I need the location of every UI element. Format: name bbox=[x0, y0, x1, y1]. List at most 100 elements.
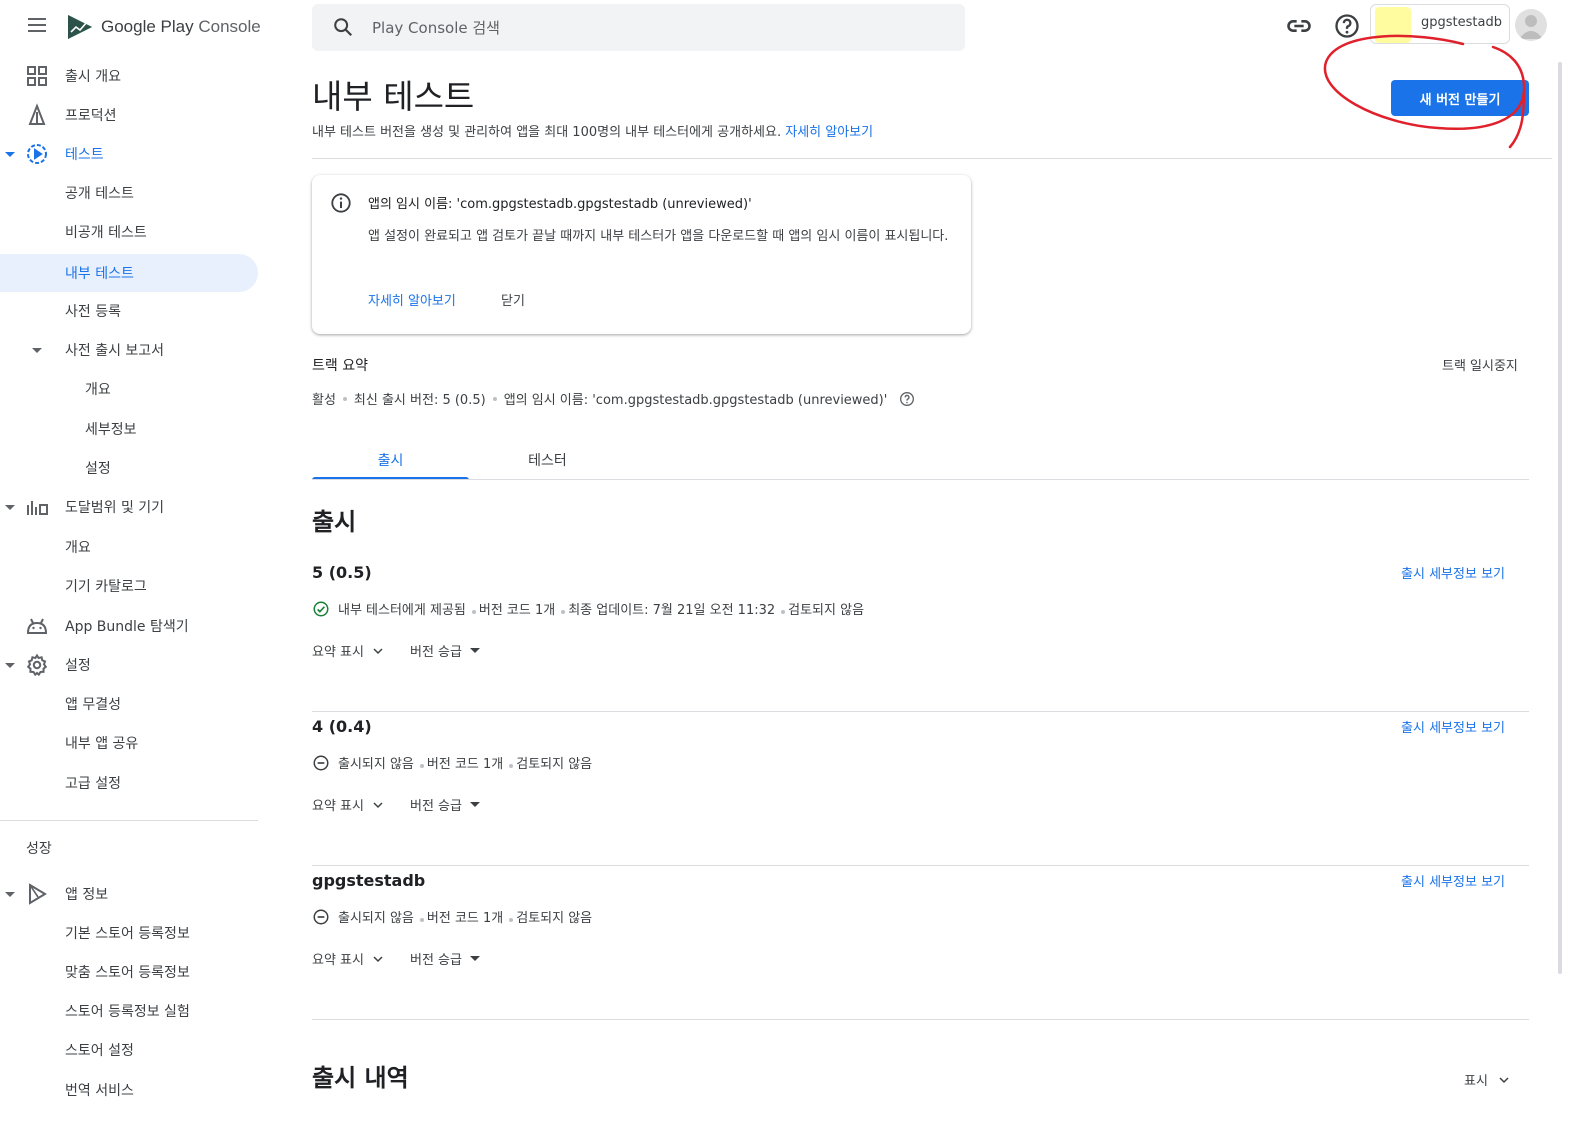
show-release-history-label: 표시 bbox=[1464, 1074, 1488, 1089]
track-summary-title: 트랙 요약 bbox=[312, 358, 368, 374]
release-actions: 요약 표시 버전 승급 bbox=[312, 949, 480, 968]
track-status: 활성 bbox=[312, 393, 336, 408]
page-description: 내부 테스트 버전을 생성 및 관리하여 앱을 최대 100명의 내부 테스터에… bbox=[312, 121, 873, 140]
search-bar[interactable] bbox=[312, 4, 965, 51]
link-icon[interactable] bbox=[1285, 12, 1313, 40]
promote-release-label: 버전 승급 bbox=[409, 645, 462, 660]
sidebar-item-label: 고급 설정 bbox=[65, 776, 121, 792]
sidebar-item-pre-launch-details[interactable]: 세부정보 bbox=[0, 410, 258, 448]
expand-caret-icon[interactable] bbox=[5, 660, 15, 670]
info-card-learn-more-link[interactable]: 자세히 알아보기 bbox=[368, 290, 456, 309]
dropdown-arrow-icon bbox=[469, 956, 480, 961]
sidebar-item-production[interactable]: 프로덕션 bbox=[0, 96, 258, 134]
separator-dot bbox=[781, 609, 786, 614]
sidebar-section-growth: 성장 bbox=[26, 841, 52, 857]
sidebar-item-app-bundle-explorer[interactable]: App Bundle 탐색기 bbox=[0, 607, 258, 645]
sidebar-item-open-testing[interactable]: 공개 테스트 bbox=[0, 174, 258, 212]
release-details-link[interactable]: 출시 세부정보 보기 bbox=[1401, 717, 1505, 736]
promote-release-button[interactable]: 버전 승급 bbox=[410, 795, 480, 814]
sidebar-item-main-store-listing[interactable]: 기본 스토어 등록정보 bbox=[0, 914, 258, 952]
release-status: 내부 테스터에게 제공됨 bbox=[338, 603, 466, 618]
show-summary-button[interactable]: 요약 표시 bbox=[312, 795, 386, 814]
expand-caret-icon[interactable] bbox=[32, 345, 42, 355]
release-actions: 요약 표시 버전 승급 bbox=[312, 795, 480, 814]
show-release-history-button[interactable]: 표시 bbox=[1464, 1070, 1512, 1089]
learn-more-link[interactable]: 자세히 알아보기 bbox=[785, 125, 873, 140]
sidebar-item-label: 앱 무결성 bbox=[65, 697, 121, 713]
sidebar: Google Play Console 출시 개요 프로덕션 테스트 공개 테스… bbox=[0, 0, 261, 1122]
hamburger-menu-icon[interactable] bbox=[22, 14, 52, 42]
sidebar-item-device-catalog[interactable]: 기기 카탈로그 bbox=[0, 567, 258, 605]
release-row: gpgstestadb 출시 세부정보 보기 출시되지 않음 버전 코드 1개 … bbox=[312, 866, 1529, 1020]
info-icon bbox=[331, 193, 351, 213]
show-summary-button[interactable]: 요약 표시 bbox=[312, 641, 386, 660]
page-scrollbar[interactable] bbox=[1558, 62, 1562, 974]
create-new-release-button[interactable]: 새 버전 만들기 bbox=[1391, 80, 1529, 116]
sidebar-item-setup[interactable]: 설정 bbox=[0, 646, 258, 684]
track-summary-line: 활성 최신 출시 버전: 5 (0.5) 앱의 임시 이름: 'com.gpgs… bbox=[312, 389, 915, 408]
sidebar-item-release-overview[interactable]: 출시 개요 bbox=[0, 57, 258, 95]
search-input[interactable] bbox=[372, 12, 932, 44]
sidebar-item-label: 도달범위 및 기기 bbox=[65, 500, 165, 516]
help-icon[interactable] bbox=[1333, 12, 1361, 40]
release-details-link[interactable]: 출시 세부정보 보기 bbox=[1401, 563, 1505, 582]
sidebar-item-translation-service[interactable]: 번역 서비스 bbox=[0, 1071, 258, 1109]
sidebar-item-app-info[interactable]: 앱 정보 bbox=[0, 875, 258, 913]
chevron-down-icon bbox=[1499, 1076, 1509, 1083]
release-version-codes: 버전 코드 1개 bbox=[478, 603, 556, 618]
page-title: 내부 테스트 bbox=[312, 77, 475, 116]
release-version-codes: 버전 코드 1개 bbox=[426, 911, 504, 926]
promote-release-button[interactable]: 버전 승급 bbox=[410, 949, 480, 968]
release-status-line: 출시되지 않음 버전 코드 1개 검토되지 않음 bbox=[312, 753, 592, 772]
release-name: 4 (0.4) bbox=[312, 717, 372, 736]
info-card-body: 앱 설정이 완료되고 앱 검토가 끝날 때까지 내부 테스터가 앱을 다운로드할… bbox=[368, 229, 949, 244]
sidebar-item-reach-overview[interactable]: 개요 bbox=[0, 528, 258, 566]
sidebar-item-pre-launch-overview[interactable]: 개요 bbox=[0, 370, 258, 408]
sidebar-item-advanced-settings[interactable]: 고급 설정 bbox=[0, 764, 258, 802]
sidebar-item-label: 스토어 등록정보 실험 bbox=[65, 1004, 190, 1020]
chevron-down-icon bbox=[373, 801, 383, 808]
play-console-logo[interactable]: Google Play Console bbox=[65, 12, 261, 42]
sidebar-item-store-listing-experiments[interactable]: 스토어 등록정보 실험 bbox=[0, 992, 258, 1030]
help-icon[interactable] bbox=[899, 391, 915, 407]
sidebar-item-app-integrity[interactable]: 앱 무결성 bbox=[0, 685, 258, 723]
sidebar-item-internal-app-sharing[interactable]: 내부 앱 공유 bbox=[0, 724, 258, 762]
sidebar-item-store-settings[interactable]: 스토어 설정 bbox=[0, 1031, 258, 1069]
sidebar-item-internal-testing[interactable]: 내부 테스트 bbox=[0, 254, 258, 292]
tabs-divider bbox=[312, 479, 1529, 480]
sidebar-item-closed-testing[interactable]: 비공개 테스트 bbox=[0, 213, 258, 251]
sidebar-item-label: 설정 bbox=[65, 658, 91, 674]
track-latest-release: 최신 출시 버전: 5 (0.5) bbox=[353, 393, 486, 408]
sidebar-item-pre-launch-report[interactable]: 사전 출시 보고서 bbox=[0, 331, 258, 369]
sidebar-item-label: 앱 정보 bbox=[65, 887, 109, 903]
gear-icon bbox=[26, 653, 48, 677]
expand-caret-icon[interactable] bbox=[5, 149, 15, 159]
sidebar-item-pre-registration[interactable]: 사전 등록 bbox=[0, 292, 258, 330]
show-summary-button[interactable]: 요약 표시 bbox=[312, 949, 386, 968]
sidebar-item-label: 기본 스토어 등록정보 bbox=[65, 926, 190, 942]
tab-testers[interactable]: 테스터 bbox=[469, 440, 626, 480]
user-avatar-icon[interactable] bbox=[1515, 9, 1547, 41]
release-status-line: 출시되지 않음 버전 코드 1개 검토되지 않음 bbox=[312, 907, 592, 926]
account-switcher[interactable]: gpgstestadb bbox=[1370, 4, 1510, 44]
tab-releases[interactable]: 출시 bbox=[312, 440, 469, 480]
separator-dot bbox=[419, 917, 424, 922]
expand-caret-icon[interactable] bbox=[5, 889, 15, 899]
expand-caret-icon[interactable] bbox=[5, 502, 15, 512]
search-icon bbox=[334, 18, 353, 37]
release-review-status: 검토되지 않음 bbox=[788, 603, 865, 618]
account-name: gpgstestadb bbox=[1421, 15, 1502, 30]
info-card-dismiss-button[interactable]: 닫기 bbox=[501, 290, 525, 309]
sidebar-item-custom-store-listing[interactable]: 맞춤 스토어 등록정보 bbox=[0, 953, 258, 991]
play-console-logo-icon bbox=[68, 15, 92, 39]
sidebar-item-testing[interactable]: 테스트 bbox=[0, 135, 258, 173]
separator-dot bbox=[419, 763, 424, 768]
sidebar-item-pre-launch-settings[interactable]: 설정 bbox=[0, 449, 258, 487]
sidebar-item-label: 프로덕션 bbox=[65, 108, 117, 124]
sidebar-item-label: 개요 bbox=[65, 540, 91, 556]
sidebar-item-reach-devices[interactable]: 도달범위 및 기기 bbox=[0, 488, 258, 526]
page-description-text: 내부 테스트 버전을 생성 및 관리하여 앱을 최대 100명의 내부 테스터에… bbox=[312, 125, 782, 140]
promote-release-button[interactable]: 버전 승급 bbox=[410, 641, 480, 660]
release-details-link[interactable]: 출시 세부정보 보기 bbox=[1401, 871, 1505, 890]
pause-track-button[interactable]: 트랙 일시중지 bbox=[1442, 355, 1518, 374]
